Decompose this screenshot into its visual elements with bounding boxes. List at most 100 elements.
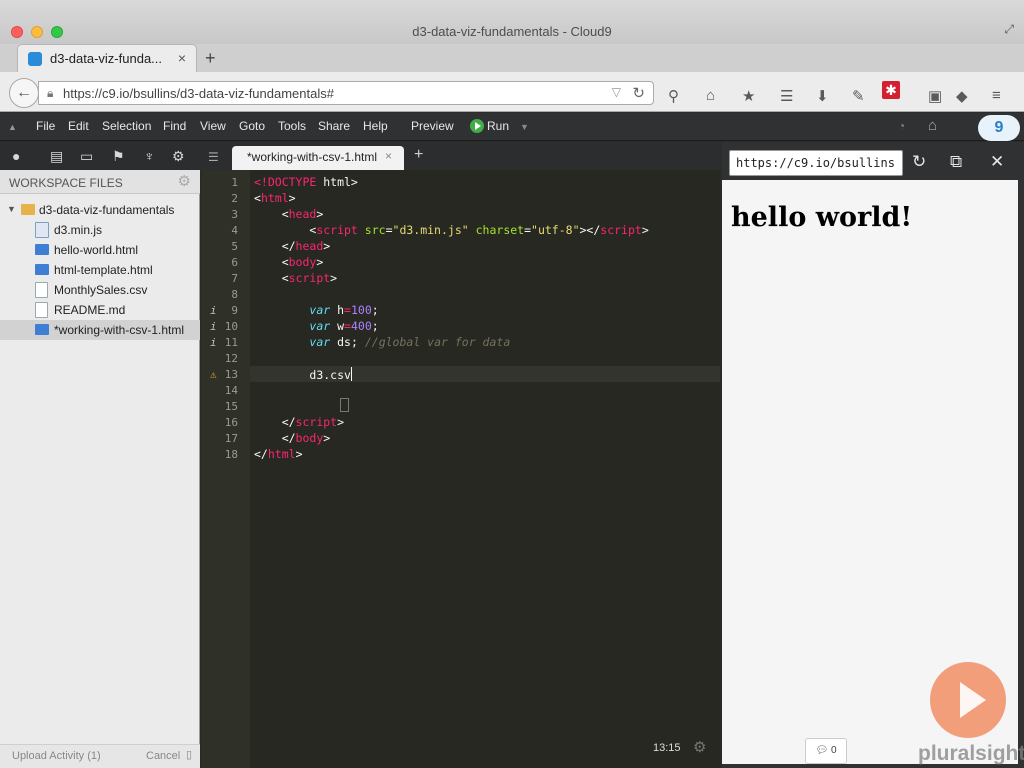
menu-file[interactable]: File — [36, 119, 55, 133]
bookmark-star-icon[interactable]: ★ — [742, 87, 755, 105]
menu-tools[interactable]: Tools — [278, 119, 306, 133]
cloud9-logo-badge[interactable]: 9 — [978, 115, 1020, 141]
wrench-icon[interactable]: ✎ — [852, 87, 865, 105]
url-dropdown-icon[interactable]: ▽ — [612, 85, 621, 99]
new-editor-tab-button[interactable]: + — [414, 146, 423, 164]
line-number: 12 — [224, 352, 238, 365]
warning-marker-icon[interactable]: ⚠ — [210, 368, 217, 381]
code-line: </html> — [254, 447, 303, 461]
window-title: d3-data-viz-fundamentals - Cloud9 — [412, 24, 612, 39]
home-icon[interactable]: ⌂ — [706, 87, 715, 104]
reload-icon[interactable]: ↻ — [632, 84, 645, 102]
text-file-icon — [35, 282, 48, 298]
close-editor-tab-icon[interactable]: × — [385, 149, 392, 163]
editor-tab-working-with-csv[interactable]: *working-with-csv-1.html × — [232, 146, 404, 170]
code-line: <script src="d3.min.js" charset="utf-8">… — [254, 223, 649, 237]
file-label: d3.min.js — [54, 223, 103, 237]
editor-tab-title: *working-with-csv-1.html — [247, 150, 378, 164]
file-label: html-template.html — [54, 263, 153, 277]
menu-share[interactable]: Share — [318, 119, 350, 133]
code-line: </script> — [254, 415, 345, 429]
code-line: <body> — [254, 255, 324, 269]
performance-icon[interactable]: ◔ — [898, 119, 905, 133]
browser-tab-title: d3-data-viz-funda... — [50, 51, 163, 66]
browser-menu-icon[interactable]: ≡ — [992, 87, 1001, 104]
editor-settings-gear-icon[interactable]: ⚙ — [693, 738, 706, 756]
fullscreen-icon[interactable]: ⤢ — [1004, 22, 1014, 37]
cursor-placeholder — [340, 398, 349, 412]
url-text: https://c9.io/bsullins/d3-data-viz-funda… — [63, 86, 334, 101]
upload-activity-bar: Upload Activity (1) Cancel ▯ — [0, 744, 200, 768]
screenshot-icon[interactable]: ▣ — [928, 87, 942, 105]
info-marker-icon[interactable]: i — [210, 320, 217, 333]
back-button[interactable]: ← — [9, 78, 39, 108]
run-dropdown-icon[interactable]: ▼ — [520, 122, 529, 132]
debug-run-icon[interactable]: ⚑ — [112, 148, 125, 165]
tree-file-working-with-csv[interactable]: *working-with-csv-1.html — [0, 320, 200, 340]
line-number: 6 — [231, 256, 238, 269]
tree-file-monthlysales[interactable]: MonthlySales.csv — [0, 280, 200, 300]
run-icon[interactable] — [470, 119, 484, 133]
code-line: <head> — [254, 207, 324, 221]
line-number: 1 — [231, 176, 238, 189]
menu-edit[interactable]: Edit — [68, 119, 89, 133]
settings-gear-icon[interactable]: ⚙ — [172, 148, 185, 165]
menu-find[interactable]: Find — [163, 119, 186, 133]
preview-button[interactable]: Preview — [411, 119, 454, 133]
tab-menu-icon[interactable]: ☰ — [208, 150, 219, 164]
deploy-icon[interactable]: ♆ — [144, 148, 155, 164]
browser-tab[interactable]: d3-data-viz-funda... × — [17, 44, 197, 72]
cancel-upload-button[interactable]: Cancel — [146, 750, 180, 762]
html-file-icon — [35, 324, 49, 335]
close-preview-icon[interactable]: ✕ — [990, 152, 1004, 172]
window-titlebar: d3-data-viz-fundamentals - Cloud9 ⤢ — [0, 0, 1024, 44]
folder-label: d3-data-viz-fundamentals — [39, 203, 175, 217]
new-tab-button[interactable]: + — [205, 48, 216, 69]
file-label: hello-world.html — [54, 243, 139, 257]
upload-activity-label[interactable]: Upload Activity (1) — [12, 750, 101, 762]
download-icon[interactable]: ⬇ — [816, 87, 829, 105]
popout-icon[interactable]: ⧉ — [950, 152, 962, 172]
workspace-gear-icon[interactable]: ⚙ — [178, 172, 191, 190]
html-file-icon — [35, 264, 49, 275]
code-editor[interactable]: 1 2 3 4 5 6 7 8 9 10 11 12 13 14 15 16 1… — [202, 170, 720, 768]
comment-badge[interactable]: 💬︎ 0 — [805, 738, 847, 764]
line-number: 13 — [224, 368, 238, 381]
trash-icon[interactable]: ▯ — [186, 748, 192, 761]
js-file-icon — [35, 222, 49, 238]
tree-file-html-template[interactable]: html-template.html — [0, 260, 200, 280]
preview-page[interactable]: hello world! pluralsight 💬︎ 0 — [722, 180, 1024, 765]
menu-view[interactable]: View — [200, 119, 226, 133]
expand-arrow-icon[interactable]: ▼ — [7, 204, 16, 214]
collapse-menu-icon[interactable]: ▲ — [8, 122, 17, 132]
tree-folder[interactable]: ▼ d3-data-viz-fundamentals — [0, 200, 200, 220]
menu-help[interactable]: Help — [363, 119, 388, 133]
navigate-icon[interactable]: ▭ — [80, 148, 93, 165]
workspace-icon[interactable]: ● — [12, 148, 20, 164]
dashboard-home-icon[interactable]: ⌂ — [928, 117, 937, 134]
comment-count: 0 — [830, 745, 837, 756]
search-icon[interactable]: ⚲ — [668, 87, 679, 105]
pocket-icon[interactable]: ◆ — [956, 87, 968, 105]
info-marker-icon[interactable]: i — [210, 304, 217, 317]
code-line: <html> — [254, 191, 296, 205]
info-marker-icon[interactable]: i — [210, 336, 217, 349]
file-label: MonthlySales.csv — [54, 283, 148, 297]
tree-file-readme[interactable]: README.md — [0, 300, 200, 320]
tree-file-hello-world[interactable]: hello-world.html — [0, 240, 200, 260]
text-caret — [350, 367, 352, 381]
comment-icon: 💬︎ — [815, 745, 829, 756]
reading-list-icon[interactable]: ☰ — [780, 87, 793, 105]
close-tab-icon[interactable]: × — [178, 50, 186, 66]
preview-url-field[interactable]: https://c9.io/bsullins — [729, 150, 903, 176]
extension-icon[interactable]: ✱ — [882, 81, 900, 99]
menu-goto[interactable]: Goto — [239, 119, 265, 133]
tree-file-d3-min-js[interactable]: d3.min.js — [0, 220, 200, 240]
preview-reload-icon[interactable]: ↻ — [912, 152, 926, 172]
run-button[interactable]: Run — [487, 119, 509, 133]
line-number: 10 — [224, 320, 238, 333]
workspace-header: WORKSPACE FILES ⚙ — [0, 170, 200, 194]
menu-selection[interactable]: Selection — [102, 119, 151, 133]
file-tree-icon[interactable]: ▤ — [50, 148, 63, 165]
url-bar[interactable]: 🔒︎ https://c9.io/bsullins/d3-data-viz-fu… — [38, 81, 654, 105]
